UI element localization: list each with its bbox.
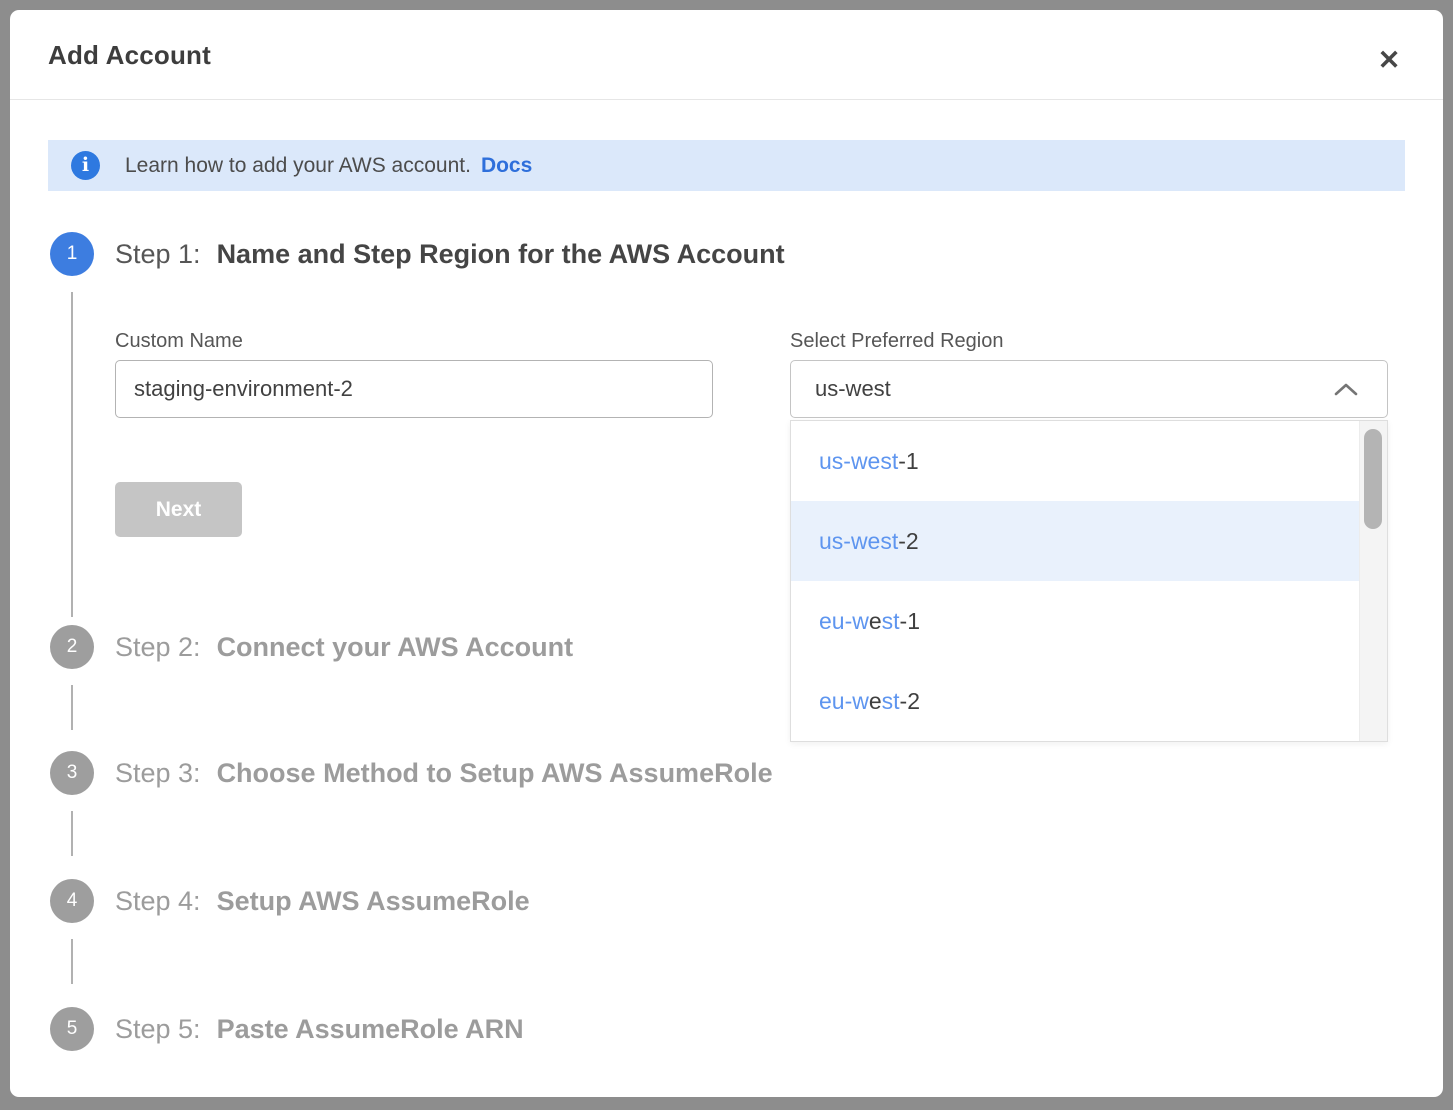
step-connector-1 — [71, 292, 73, 617]
step-1-name: Name and Step Region for the AWS Account — [217, 239, 785, 269]
step-4-title: Step 4: Setup AWS AssumeRole — [115, 886, 530, 917]
chevron-up-icon[interactable] — [1333, 381, 1359, 397]
step-connector-2 — [71, 685, 73, 730]
step-connector-4 — [71, 939, 73, 984]
step-3-header: 3 Step 3: Choose Method to Setup AWS Assu… — [50, 751, 773, 795]
step-5-prefix: Step 5: — [115, 1014, 201, 1044]
dropdown-scrollbar-thumb[interactable] — [1364, 429, 1382, 529]
option-rest-text: -1 — [900, 608, 920, 634]
region-option-eu-west-2[interactable]: eu-west-2 — [791, 661, 1359, 741]
step-4-header: 4 Step 4: Setup AWS AssumeRole — [50, 879, 530, 923]
custom-name-label: Custom Name — [115, 330, 243, 353]
banner-text: Learn how to add your AWS account. — [125, 154, 471, 178]
step-5-title: Step 5: Paste AssumeRole ARN — [115, 1014, 524, 1045]
step-1-prefix: Step 1: — [115, 239, 201, 269]
step-5-name: Paste AssumeRole ARN — [217, 1014, 524, 1044]
step-connector-3 — [71, 811, 73, 856]
option-match-text: st — [882, 688, 900, 714]
next-button[interactable]: Next — [115, 482, 242, 537]
region-option-us-west-1[interactable]: us-west-1 — [791, 421, 1359, 501]
option-match-text: us-west — [819, 448, 898, 474]
region-option-us-west-2[interactable]: us-west-2 — [791, 501, 1359, 581]
step-2-title: Step 2: Connect your AWS Account — [115, 632, 573, 663]
region-select-value: us-west — [815, 376, 1333, 402]
modal-title: Add Account — [48, 40, 211, 71]
option-match-text: us-west — [819, 528, 898, 554]
step-1-header: 1 Step 1: Name and Step Region for the AW… — [50, 232, 785, 276]
custom-name-input[interactable] — [115, 360, 713, 418]
step-3-indicator: 3 — [50, 751, 94, 795]
option-rest-text: -2 — [898, 528, 918, 554]
step-3-prefix: Step 3: — [115, 758, 201, 788]
step-1-title: Step 1: Name and Step Region for the AWS … — [115, 239, 785, 270]
step-4-indicator: 4 — [50, 879, 94, 923]
option-match-text: eu-w — [819, 688, 869, 714]
modal-header: Add Account ✕ — [10, 10, 1443, 100]
add-account-modal: Add Account ✕ i Learn how to add your AW… — [10, 10, 1443, 1097]
step-2-name: Connect your AWS Account — [217, 632, 574, 662]
step-2-indicator: 2 — [50, 625, 94, 669]
region-option-list: us-west-1 us-west-2 eu-west-1 eu-west-2 — [791, 421, 1359, 741]
step-3-title: Step 3: Choose Method to Setup AWS Assume… — [115, 758, 773, 789]
option-rest-text: e — [869, 688, 882, 714]
info-icon: i — [71, 151, 100, 180]
region-option-eu-west-1[interactable]: eu-west-1 — [791, 581, 1359, 661]
step-4-name: Setup AWS AssumeRole — [217, 886, 530, 916]
step-3-name: Choose Method to Setup AWS AssumeRole — [217, 758, 773, 788]
option-match-text: eu-w — [819, 608, 869, 634]
region-label: Select Preferred Region — [790, 330, 1003, 353]
region-dropdown: us-west-1 us-west-2 eu-west-1 eu-west-2 — [790, 420, 1388, 742]
option-rest-text: e — [869, 608, 882, 634]
dropdown-scrollbar-track[interactable] — [1359, 421, 1387, 741]
info-banner: i Learn how to add your AWS account. Doc… — [48, 140, 1405, 191]
step-4-prefix: Step 4: — [115, 886, 201, 916]
close-icon[interactable]: ✕ — [1369, 40, 1409, 80]
option-match-text: st — [882, 608, 900, 634]
step-1-indicator: 1 — [50, 232, 94, 276]
region-select[interactable]: us-west — [790, 360, 1388, 418]
step-5-header: 5 Step 5: Paste AssumeRole ARN — [50, 1007, 524, 1051]
step-2-header: 2 Step 2: Connect your AWS Account — [50, 625, 573, 669]
option-rest-text: -2 — [900, 688, 920, 714]
option-rest-text: -1 — [898, 448, 918, 474]
step-5-indicator: 5 — [50, 1007, 94, 1051]
step-2-prefix: Step 2: — [115, 632, 201, 662]
docs-link[interactable]: Docs — [481, 154, 532, 178]
